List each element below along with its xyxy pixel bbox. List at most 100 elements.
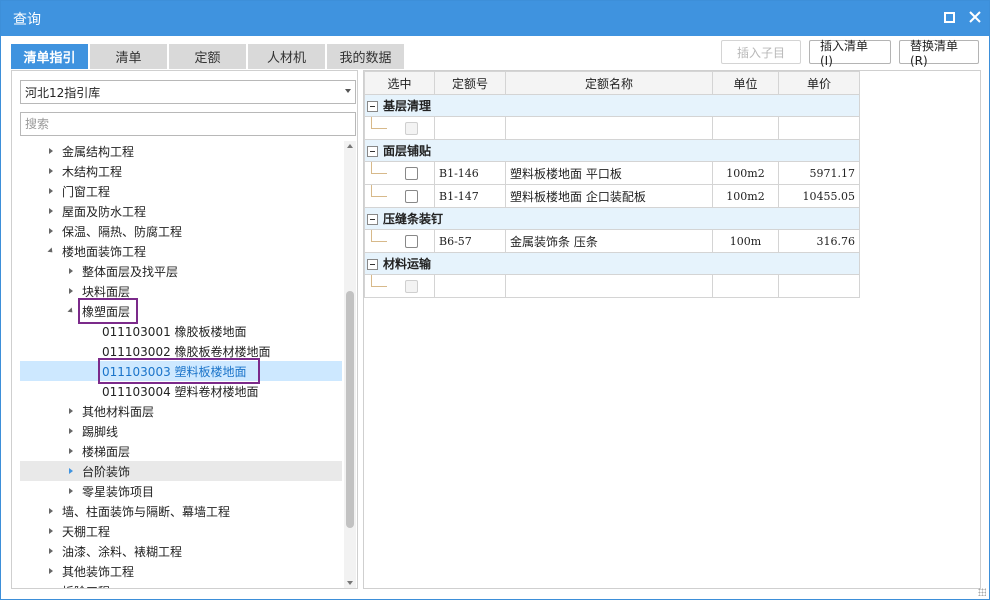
expand-arrow-icon[interactable]	[47, 187, 55, 195]
price-cell: 5971.17	[778, 161, 860, 185]
tab-labor-material-machine[interactable]: 人材机	[248, 44, 325, 69]
quota-code-cell: B1-146	[434, 161, 506, 185]
group-name: 压缝条装钉	[383, 212, 444, 226]
insert-sub-item-button: 插入子目	[721, 40, 801, 64]
expand-arrow-icon[interactable]	[47, 547, 55, 555]
collapse-group-icon[interactable]	[367, 259, 378, 270]
tree-node[interactable]: 踢脚线	[20, 421, 342, 441]
tree-node[interactable]: 拆除工程	[20, 581, 342, 589]
replace-list-button[interactable]: 替换清单(R)	[899, 39, 979, 68]
scroll-up-icon[interactable]	[347, 144, 353, 148]
expand-arrow-icon[interactable]	[67, 467, 75, 475]
table-row[interactable]	[364, 274, 860, 298]
tree-node[interactable]: 天棚工程	[20, 521, 342, 541]
insert-list-button[interactable]: 插入清单(I)	[809, 39, 891, 68]
tree-node[interactable]: 零星装饰项目	[20, 481, 342, 501]
tree-node[interactable]: 块料面层	[20, 281, 342, 301]
collapse-group-icon[interactable]	[367, 146, 378, 157]
unit-cell: 100m2	[712, 184, 779, 208]
group-cell: 基层清理	[364, 94, 860, 117]
unit-cell	[712, 116, 779, 140]
group-cell: 面层铺贴	[364, 139, 860, 162]
tree-node[interactable]: 整体面层及找平层	[20, 261, 342, 281]
tree-node[interactable]: 保温、隔热、防腐工程	[20, 221, 342, 241]
row-checkbox[interactable]	[405, 167, 418, 180]
col-header-select: 选中	[364, 71, 435, 95]
quota-name-cell: 塑料板楼地面 企口装配板	[505, 184, 713, 208]
collapse-arrow-icon[interactable]	[47, 247, 55, 255]
tree-node[interactable]: 油漆、涂料、裱糊工程	[20, 541, 342, 561]
expand-arrow-icon[interactable]	[67, 447, 75, 455]
expand-arrow-icon[interactable]	[47, 147, 55, 155]
tree-leaf-item[interactable]: 011103004 塑料卷材楼地面	[20, 381, 342, 401]
tree-node[interactable]: 橡塑面层	[20, 301, 342, 321]
expand-arrow-icon[interactable]	[47, 507, 55, 515]
row-checkbox[interactable]	[405, 235, 418, 248]
tree-node[interactable]: 楼地面装饰工程	[20, 241, 342, 261]
tree-node[interactable]: 其他装饰工程	[20, 561, 342, 581]
close-icon[interactable]	[967, 9, 983, 25]
expand-arrow-icon[interactable]	[47, 527, 55, 535]
tree-node[interactable]: 墙、柱面装饰与隔断、幕墙工程	[20, 501, 342, 521]
tree-node[interactable]: 门窗工程	[20, 181, 342, 201]
unit-cell: 100m2	[712, 161, 779, 185]
quota-grid-panel: 选中 定额号 定额名称 单位 单价 基层清理 面层铺贴 B1-146 塑料板楼地面 平…	[363, 70, 981, 589]
table-row[interactable]: B1-146 塑料板楼地面 平口板 100m2 5971.17	[364, 161, 860, 185]
expand-arrow-icon[interactable]	[67, 267, 75, 275]
expand-arrow-icon[interactable]	[47, 227, 55, 235]
group-row[interactable]: 材料运输	[364, 252, 860, 275]
expand-arrow-icon[interactable]	[47, 167, 55, 175]
tree-scrollbar[interactable]	[344, 141, 356, 588]
tab-list-guide[interactable]: 清单指引	[11, 44, 88, 69]
group-cell: 压缝条装钉	[364, 207, 860, 230]
tree-connector	[371, 117, 387, 129]
group-name: 面层铺贴	[383, 144, 432, 158]
unit-cell: 100m	[712, 229, 779, 253]
col-header-name: 定额名称	[505, 71, 713, 95]
table-row[interactable]	[364, 116, 860, 140]
expand-arrow-icon[interactable]	[67, 407, 75, 415]
expand-arrow-icon[interactable]	[47, 567, 55, 575]
group-row[interactable]: 压缝条装钉	[364, 207, 860, 230]
tree-node[interactable]: 屋面及防水工程	[20, 201, 342, 221]
tree-node-label: 油漆、涂料、裱糊工程	[62, 544, 183, 559]
expand-arrow-icon[interactable]	[67, 487, 75, 495]
tree-node[interactable]: 楼梯面层	[20, 441, 342, 461]
quota-name-cell: 塑料板楼地面 平口板	[505, 161, 713, 185]
library-select[interactable]: 河北12指引库	[20, 80, 356, 104]
row-checkbox[interactable]	[405, 190, 418, 203]
expand-arrow-icon[interactable]	[47, 587, 55, 588]
collapse-group-icon[interactable]	[367, 101, 378, 112]
tab-quota[interactable]: 定额	[169, 44, 246, 69]
expand-arrow-icon[interactable]	[67, 287, 75, 295]
tab-list[interactable]: 清单	[90, 44, 167, 69]
tree-node[interactable]: 金属结构工程	[20, 141, 342, 161]
table-row[interactable]: B6-57 金属装饰条 压条 100m 316.76	[364, 229, 860, 253]
guide-tree: 金属结构工程 木结构工程 门窗工程 屋面及防水工程 保温、隔热、防腐工程楼地面装饰工程整…	[20, 141, 342, 589]
tree-node[interactable]: 木结构工程	[20, 161, 342, 181]
tree-node-label: 011103002 橡胶板卷材楼地面	[102, 344, 271, 359]
tab-my-data[interactable]: 我的数据	[327, 44, 404, 69]
scroll-down-icon[interactable]	[347, 581, 353, 585]
expand-arrow-icon[interactable]	[47, 207, 55, 215]
collapse-group-icon[interactable]	[367, 214, 378, 225]
tree-node-label: 台阶装饰	[82, 464, 131, 479]
group-row[interactable]: 基层清理	[364, 94, 860, 117]
scrollbar-thumb[interactable]	[346, 291, 354, 528]
resize-grip-icon[interactable]	[978, 588, 986, 596]
tree-node-label: 楼地面装饰工程	[62, 244, 147, 259]
chevron-down-icon	[345, 89, 351, 93]
collapse-arrow-icon[interactable]	[67, 307, 75, 315]
select-cell	[364, 116, 435, 140]
table-row[interactable]: B1-147 塑料板楼地面 企口装配板 100m2 10455.05	[364, 184, 860, 208]
tree-node[interactable]: 台阶装饰	[20, 461, 342, 481]
row-checkbox	[405, 280, 418, 293]
expand-arrow-icon[interactable]	[67, 427, 75, 435]
quota-code-cell: B6-57	[434, 229, 506, 253]
group-row[interactable]: 面层铺贴	[364, 139, 860, 162]
col-header-code: 定额号	[434, 71, 506, 95]
tree-leaf-item[interactable]: 011103001 橡胶板楼地面	[20, 321, 342, 341]
maximize-icon[interactable]	[941, 9, 957, 25]
search-input[interactable]	[20, 112, 356, 136]
tree-node[interactable]: 其他材料面层	[20, 401, 342, 421]
